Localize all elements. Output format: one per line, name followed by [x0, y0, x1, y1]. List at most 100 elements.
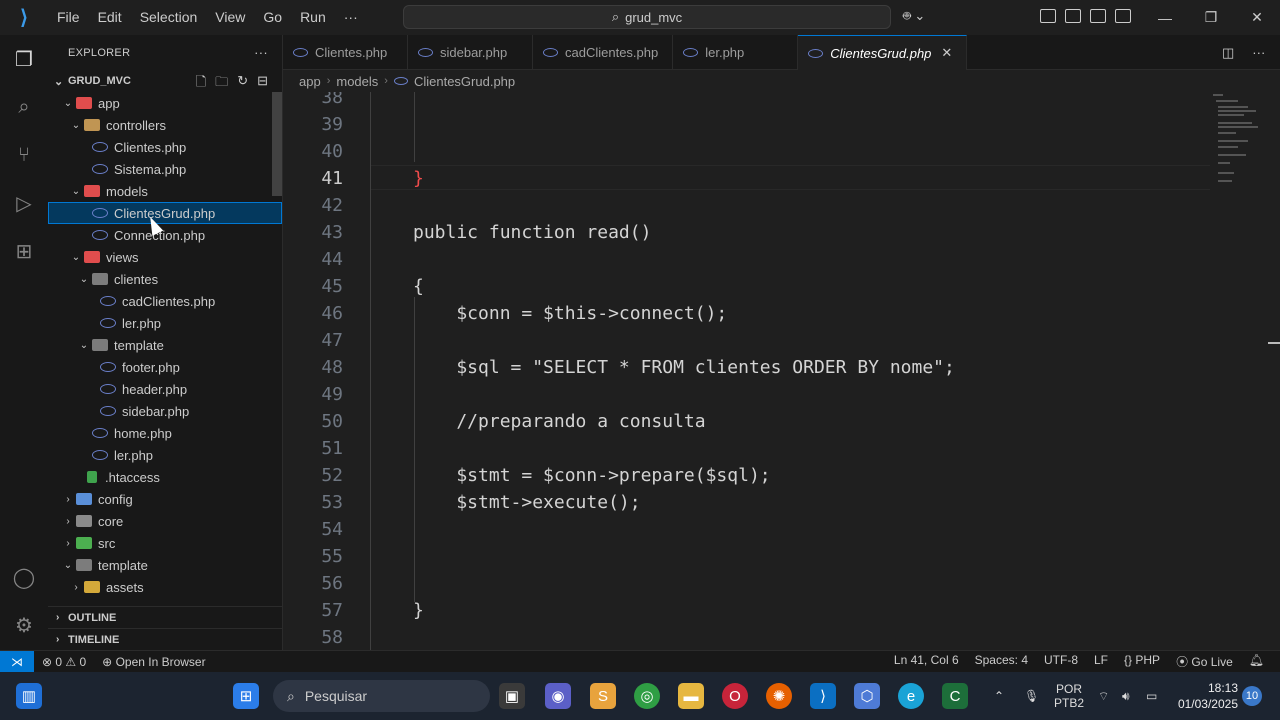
run-debug-icon[interactable]: ▷	[12, 191, 36, 215]
taskbar-search[interactable]: ⌕ Pesquisar	[273, 680, 490, 712]
go-live[interactable]: ⦿ Go Live	[1168, 653, 1241, 670]
tree-folder[interactable]: › config	[48, 488, 282, 510]
tree-file[interactable]: ler.php	[48, 312, 282, 334]
tree-file[interactable]: home.php	[48, 422, 282, 444]
outline-section[interactable]: › OUTLINE	[48, 606, 282, 628]
opera-icon[interactable]: O	[722, 683, 748, 709]
editor-tab[interactable]: ler.php	[673, 35, 799, 70]
encoding[interactable]: UTF-8	[1036, 653, 1086, 670]
toggle-sidebar-icon[interactable]	[1065, 9, 1081, 23]
tree-label: core	[98, 513, 124, 529]
tree-file[interactable]: header.php	[48, 378, 282, 400]
language-mode[interactable]: {} PHP	[1116, 653, 1168, 670]
tree-folder[interactable]: ⌄ views	[48, 246, 282, 268]
toggle-secondary-sidebar-icon[interactable]	[1115, 9, 1131, 23]
cursor-position[interactable]: Ln 41, Col 6	[886, 653, 967, 670]
tree-file[interactable]: .htaccess	[48, 466, 282, 488]
close-icon[interactable]: ✕	[1234, 0, 1280, 35]
more-actions-icon[interactable]: ···	[254, 45, 268, 60]
editor-tab[interactable]: Clientes.php	[283, 35, 408, 70]
code-editor[interactable]: 38 39 40 41} 42 43 public function read() 44 45 {…	[283, 92, 1280, 650]
breadcrumb-item[interactable]: ClientesGrud.php	[414, 74, 515, 89]
tree-folder[interactable]: › src	[48, 532, 282, 554]
copilot-icon[interactable]: 🤖︎ ⌄	[903, 8, 925, 26]
clock[interactable]: 18:13 01/03/2025	[1168, 680, 1238, 712]
edge-icon[interactable]: e	[898, 683, 924, 709]
tree-file[interactable]: Connection.php	[48, 224, 282, 246]
breadcrumb-item[interactable]: app	[299, 74, 321, 89]
minimize-icon[interactable]: —	[1142, 0, 1188, 35]
app-hexagon-icon[interactable]: ⬡	[854, 683, 880, 709]
tray-chevron-icon[interactable]: ⌃	[994, 672, 1004, 720]
firefox-icon[interactable]: ✺	[766, 683, 792, 709]
tree-file[interactable]: cadClientes.php	[48, 290, 282, 312]
settings-gear-icon[interactable]: ⚙	[12, 613, 36, 637]
end-of-line[interactable]: LF	[1086, 653, 1116, 670]
layout-customize-icon[interactable]	[1040, 9, 1056, 23]
tree-folder[interactable]: ⌄ app	[48, 92, 282, 114]
file-explorer-icon[interactable]: ▬	[678, 683, 704, 709]
minimap[interactable]	[1208, 92, 1273, 192]
microphone-icon[interactable]: 🎙︎	[1024, 672, 1039, 720]
source-control-icon[interactable]: ⑂	[12, 143, 36, 167]
task-view-icon[interactable]: ▣	[499, 683, 525, 709]
indentation[interactable]: Spaces: 4	[967, 653, 1036, 670]
tree-folder[interactable]: ⌄ template	[48, 554, 282, 576]
tree-label: assets	[106, 579, 144, 595]
search-activity-icon[interactable]: ⌕	[12, 95, 36, 119]
globe-icon: ⊕	[102, 654, 116, 669]
explorer-icon[interactable]: ❐	[12, 47, 36, 71]
widgets-icon[interactable]: ▥	[16, 683, 42, 709]
tree-file[interactable]: Clientes.php	[48, 136, 282, 158]
tree-folder[interactable]: › core	[48, 510, 282, 532]
menu-item[interactable]: Edit	[89, 0, 131, 35]
editor-tab[interactable]: ClientesGrud.php ✕	[798, 35, 968, 70]
more-actions-icon[interactable]: ···	[1252, 45, 1265, 61]
open-in-browser[interactable]: ⊕ Open In Browser	[94, 655, 213, 669]
breadcrumb-item[interactable]: models	[336, 74, 378, 89]
editor-tab[interactable]: sidebar.php	[408, 35, 533, 70]
account-icon[interactable]: ◯	[12, 565, 36, 589]
tree-file[interactable]: ler.php	[48, 444, 282, 466]
menu-item[interactable]: Run	[291, 0, 335, 35]
windows-start-icon[interactable]: ⊞	[233, 683, 259, 709]
tree-folder[interactable]: ⌄ controllers	[48, 114, 282, 136]
menu-item[interactable]: ···	[335, 0, 367, 35]
maximize-icon[interactable]: ❐	[1188, 0, 1234, 35]
camtasia-icon[interactable]: C	[942, 683, 968, 709]
remote-indicator-icon[interactable]: ⋊	[0, 650, 34, 673]
tree-file[interactable]: sidebar.php	[48, 400, 282, 422]
menu-item[interactable]: Selection	[131, 0, 207, 35]
volume-icon[interactable]: 🔊︎	[1122, 672, 1130, 720]
tree-folder[interactable]: ⌄ template	[48, 334, 282, 356]
tree-folder[interactable]: ⌄ clientes	[48, 268, 282, 290]
close-tab-icon[interactable]: ✕	[941, 45, 952, 61]
keyboard-language[interactable]: POR PTB2	[1054, 672, 1084, 720]
vscode-taskbar-icon[interactable]: ⟩	[810, 683, 836, 709]
tree-file[interactable]: footer.php	[48, 356, 282, 378]
battery-icon[interactable]: ▭	[1146, 672, 1157, 720]
notifications-bell-icon[interactable]: 🔔︎	[1241, 653, 1272, 670]
title-bar: ⟩ FileEditSelectionViewGoRun··· ← → ⌕ gr…	[0, 0, 1280, 35]
wifi-icon[interactable]: ⌔	[1098, 672, 1109, 720]
sidebar-scrollbar[interactable]	[272, 92, 282, 196]
toggle-panel-icon[interactable]	[1090, 9, 1106, 23]
timeline-section[interactable]: › TIMELINE	[48, 628, 282, 650]
tree-file[interactable]: Sistema.php	[48, 158, 282, 180]
notification-badge[interactable]: 10	[1242, 686, 1262, 706]
menu-item[interactable]: File	[48, 0, 89, 35]
command-center-search[interactable]: ⌕ grud_mvc	[403, 5, 891, 29]
chrome-icon[interactable]: ◎	[634, 683, 660, 709]
split-editor-icon[interactable]: ◫	[1222, 45, 1234, 61]
extensions-icon[interactable]: ⊞	[12, 239, 36, 263]
search-icon: ⌕	[287, 687, 295, 704]
tree-folder[interactable]: ⌄ models	[48, 180, 282, 202]
tree-folder[interactable]: › assets	[48, 576, 282, 598]
tree-file[interactable]: ClientesGrud.php	[48, 202, 282, 224]
problems-count[interactable]: ⊗ 0 ⚠ 0	[34, 655, 94, 669]
sublime-text-icon[interactable]: S	[590, 683, 616, 709]
teams-icon[interactable]: ◉	[545, 683, 571, 709]
menu-item[interactable]: Go	[254, 0, 291, 35]
editor-tab[interactable]: cadClientes.php	[533, 35, 674, 70]
menu-item[interactable]: View	[206, 0, 254, 35]
